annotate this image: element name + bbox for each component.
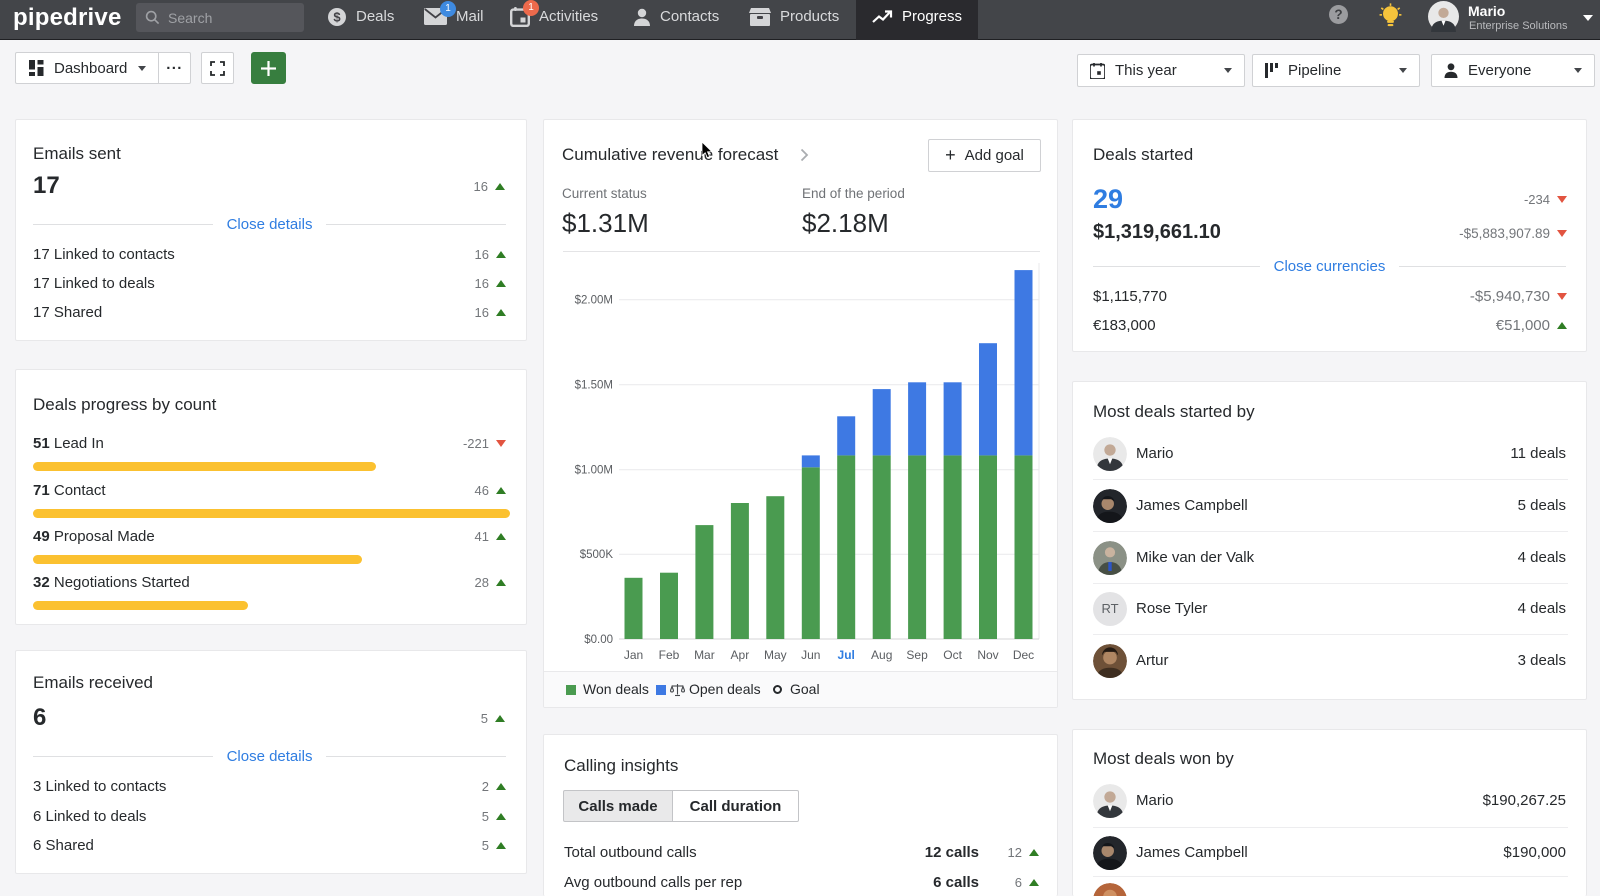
svg-text:Jul: Jul bbox=[838, 648, 855, 662]
svg-text:$2.00M: $2.00M bbox=[575, 295, 613, 307]
svg-text:Dec: Dec bbox=[1013, 648, 1034, 662]
svg-text:Feb: Feb bbox=[659, 648, 680, 662]
svg-text:Sep: Sep bbox=[906, 648, 928, 662]
svg-text:May: May bbox=[764, 648, 787, 662]
svg-text:Jun: Jun bbox=[801, 648, 820, 662]
svg-text:$1.00M: $1.00M bbox=[575, 465, 613, 477]
svg-text:Mar: Mar bbox=[694, 648, 715, 662]
svg-text:Aug: Aug bbox=[871, 648, 892, 662]
svg-text:?: ? bbox=[1334, 7, 1342, 22]
svg-text:$500K: $500K bbox=[580, 549, 614, 561]
svg-text:Jan: Jan bbox=[624, 648, 643, 662]
svg-text:$1.50M: $1.50M bbox=[575, 380, 613, 392]
svg-text:$: $ bbox=[333, 9, 341, 24]
svg-text:Oct: Oct bbox=[943, 648, 962, 662]
svg-text:$0.00: $0.00 bbox=[584, 634, 613, 646]
svg-text:Nov: Nov bbox=[977, 648, 998, 662]
svg-text:Apr: Apr bbox=[731, 648, 750, 662]
